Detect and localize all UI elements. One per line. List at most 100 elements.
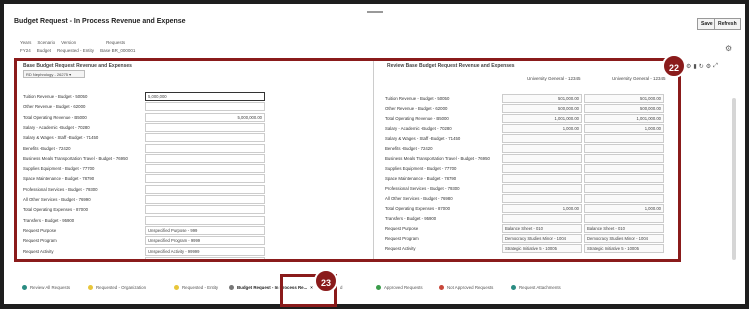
tab-item[interactable]: Requested - Organization — [88, 282, 146, 292]
input-cell[interactable] — [145, 184, 265, 194]
review-cell-col1[interactable] — [502, 164, 582, 173]
left-row: Request Purpose Unspecified Purpose - 999 — [23, 225, 283, 236]
input-cell[interactable]: 5,000,000 — [145, 92, 265, 101]
pov-values: FY24 Budget Requested - Entity Base BR_0… — [20, 48, 135, 53]
review-cell-col2[interactable] — [584, 174, 664, 183]
input-cell[interactable]: Unspecified Site - 399 — [145, 256, 265, 259]
input-cell[interactable]: Unspecified Program - 9999 — [145, 236, 265, 246]
review-cell-col1[interactable]: 1,001,000.00 — [502, 114, 582, 123]
chart-icon[interactable]: ▮ — [693, 63, 696, 70]
review-cell-col2[interactable] — [584, 184, 664, 193]
callout-badge-22: 22 — [662, 54, 686, 78]
drag-handle-icon[interactable] — [367, 11, 383, 13]
review-cell-col1[interactable] — [502, 184, 582, 193]
review-cell-col1[interactable]: 1,000.00 — [502, 124, 582, 133]
review-cell-col1[interactable] — [502, 144, 582, 153]
input-cell[interactable] — [145, 215, 265, 225]
row-label: Space Maintenance - Budget - 78790 — [23, 176, 95, 182]
options-icon[interactable]: ⚙ — [706, 63, 711, 70]
gear-icon[interactable]: ⚙ — [725, 44, 732, 53]
entity-dropdown[interactable]: RD Nephrology - 26275 ▾ — [23, 70, 85, 78]
review-cell-col2[interactable]: Democracy Studies Minor - 1004 — [584, 234, 664, 243]
input-cell[interactable] — [145, 102, 265, 112]
pov-label-scenario: Scenario — [37, 40, 56, 45]
column-header-2: University General - 12345 — [612, 76, 666, 81]
left-row: All Other Services - Budget - 76990 — [23, 195, 283, 205]
tab-item[interactable]: d — [340, 282, 342, 292]
grid-toolbar: ⚙ ▮ ↻ ⚙ ⤢ — [686, 63, 718, 70]
input-cell[interactable] — [145, 143, 265, 153]
input-cell[interactable] — [145, 195, 265, 204]
settings-icon[interactable]: ⚙ — [686, 63, 691, 70]
row-label: Business Meals Transportation Travel - B… — [23, 155, 128, 161]
review-cell-col2[interactable] — [584, 194, 664, 203]
review-cell-col2[interactable]: 500,000.00 — [584, 104, 664, 113]
review-cell-col1[interactable] — [502, 214, 582, 223]
row-label: Other Revenue - Budget - 62000 — [385, 106, 448, 111]
review-row: Supplies Equipment - Budget - 77700 — [385, 164, 675, 174]
review-cell-col2[interactable]: 1,001,000.00 — [584, 114, 664, 123]
tab-status-dot-icon — [439, 284, 444, 290]
review-cell-col2[interactable] — [584, 214, 664, 223]
review-cell-col1[interactable] — [502, 194, 582, 203]
input-cell[interactable] — [145, 133, 265, 143]
tab-item[interactable]: Request Attachments — [511, 282, 561, 292]
tab-item[interactable]: Review All Requests — [22, 282, 70, 292]
input-cell[interactable] — [145, 153, 265, 163]
review-cell-col1[interactable] — [502, 154, 582, 163]
review-row: Request Purpose Balance Sheet - 010 Balanc… — [385, 224, 675, 234]
review-cell-col1[interactable] — [502, 174, 582, 183]
row-label: Request Program — [385, 236, 419, 241]
review-cell-col2[interactable]: Strategic Initiative 5 - 10005 — [584, 244, 664, 253]
row-label: Transfers - Budget - 95900 — [385, 216, 437, 221]
refresh-button[interactable]: Refresh — [714, 18, 741, 30]
input-cell[interactable]: Unspecified Activity - 99999 — [145, 246, 265, 256]
review-cell-col1[interactable]: 1,000.00 — [502, 204, 582, 213]
review-cell-col2[interactable]: Balance Sheet - 010 — [584, 224, 664, 233]
refresh-icon[interactable]: ↻ — [699, 63, 704, 70]
row-label: Transfers - Budget - 95900 — [23, 217, 75, 223]
review-cell-col1[interactable]: Democracy Studies Minor - 1004 — [502, 234, 582, 243]
vertical-scrollbar[interactable] — [732, 98, 736, 260]
pov-value-requests[interactable]: Base BR_000001 — [100, 48, 135, 53]
review-cell-col2[interactable] — [584, 154, 664, 163]
input-cell[interactable] — [145, 174, 265, 184]
pov-value-scenario[interactable]: Budget — [37, 48, 51, 53]
review-cell-col1[interactable] — [502, 134, 582, 143]
row-label: Supplies Equipment - Budget - 77700 — [385, 166, 457, 171]
review-cell-col2[interactable]: 501,000.00 — [584, 94, 664, 103]
review-cell-col1[interactable]: Strategic Initiative 5 - 10005 — [502, 244, 582, 253]
review-cell-col2[interactable]: 1,000.00 — [584, 204, 664, 213]
tab-status-dot-icon — [511, 284, 516, 290]
input-cell[interactable]: 5,000,000.00 — [145, 112, 265, 122]
pov-value-version[interactable]: Requested - Entity — [57, 48, 94, 53]
column-header-1: University General - 12345 — [527, 76, 581, 81]
expand-icon[interactable]: ⤢ — [713, 63, 718, 70]
tab-item[interactable]: Approved Requests — [376, 282, 423, 292]
row-label: Request Site — [23, 258, 48, 262]
review-row: Transfers - Budget - 95900 — [385, 214, 675, 224]
row-label: Other Revenue - Budget - 62000 — [23, 104, 86, 110]
review-cell-col2[interactable] — [584, 164, 664, 173]
tab-item[interactable]: Requested - Entity — [174, 282, 218, 292]
row-label: Professional Services - Budget - 79300 — [385, 186, 460, 191]
review-cell-col2[interactable] — [584, 134, 664, 143]
tab-item[interactable]: Not Approved Requests — [439, 282, 493, 292]
row-label: Supplies Equipment - Budget - 77700 — [23, 166, 95, 172]
form-panel-highlight: Base Budget Request Revenue and Expenses… — [14, 58, 681, 262]
left-row: Supplies Equipment - Budget - 77700 — [23, 164, 283, 174]
review-cell-col2[interactable] — [584, 144, 664, 153]
input-cell[interactable] — [145, 164, 265, 174]
review-row: Other Revenue - Budget - 62000 500,000.00… — [385, 104, 675, 114]
review-cell-col2[interactable]: 1,000.00 — [584, 124, 664, 133]
review-cell-col1[interactable]: 501,000.00 — [502, 94, 582, 103]
left-row: Total Operating Expenses - 87000 — [23, 205, 283, 215]
row-label: Tuition Revenue - Budget - 50050 — [385, 96, 450, 101]
pov-value-years[interactable]: FY24 — [20, 48, 31, 53]
review-cell-col1[interactable]: Balance Sheet - 010 — [502, 224, 582, 233]
left-panel-title: Base Budget Request Revenue and Expenses — [23, 63, 132, 69]
input-cell[interactable] — [145, 122, 265, 132]
input-cell[interactable] — [145, 205, 265, 215]
input-cell[interactable]: Unspecified Purpose - 999 — [145, 225, 265, 235]
review-cell-col1[interactable]: 500,000.00 — [502, 104, 582, 113]
